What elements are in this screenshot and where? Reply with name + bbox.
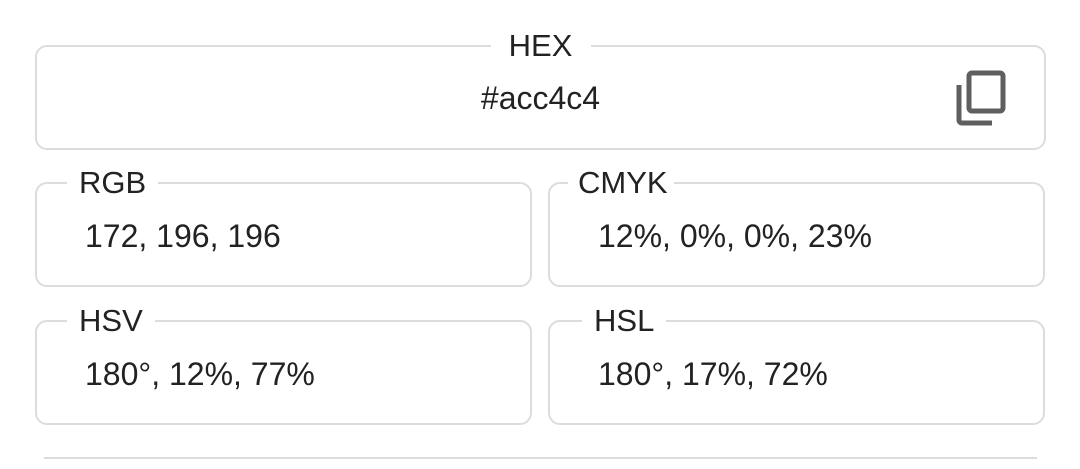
hsl-value[interactable]: 180°, 17%, 72% bbox=[598, 354, 828, 394]
hex-value[interactable]: #acc4c4 bbox=[37, 78, 1044, 118]
cmyk-field[interactable]: CMYK 12%, 0%, 0%, 23% bbox=[548, 164, 1045, 287]
hsv-value[interactable]: 180°, 12%, 77% bbox=[85, 354, 315, 394]
hsv-label: HSV bbox=[67, 302, 155, 340]
hsv-field[interactable]: HSV 180°, 12%, 77% bbox=[35, 302, 532, 425]
copy-button[interactable] bbox=[955, 70, 1009, 128]
rgb-field[interactable]: RGB 172, 196, 196 bbox=[35, 164, 532, 287]
hex-label: HEX bbox=[490, 27, 591, 65]
rgb-value[interactable]: 172, 196, 196 bbox=[85, 216, 281, 256]
cmyk-value[interactable]: 12%, 0%, 0%, 23% bbox=[598, 216, 872, 256]
content-copy-icon bbox=[956, 70, 1006, 126]
divider bbox=[44, 457, 1037, 459]
hsl-label: HSL bbox=[582, 302, 667, 340]
rgb-label: RGB bbox=[67, 164, 159, 202]
hex-field[interactable]: HEX #acc4c4 bbox=[35, 27, 1046, 150]
hsl-field[interactable]: HSL 180°, 17%, 72% bbox=[548, 302, 1045, 425]
cmyk-label: CMYK bbox=[568, 164, 674, 202]
